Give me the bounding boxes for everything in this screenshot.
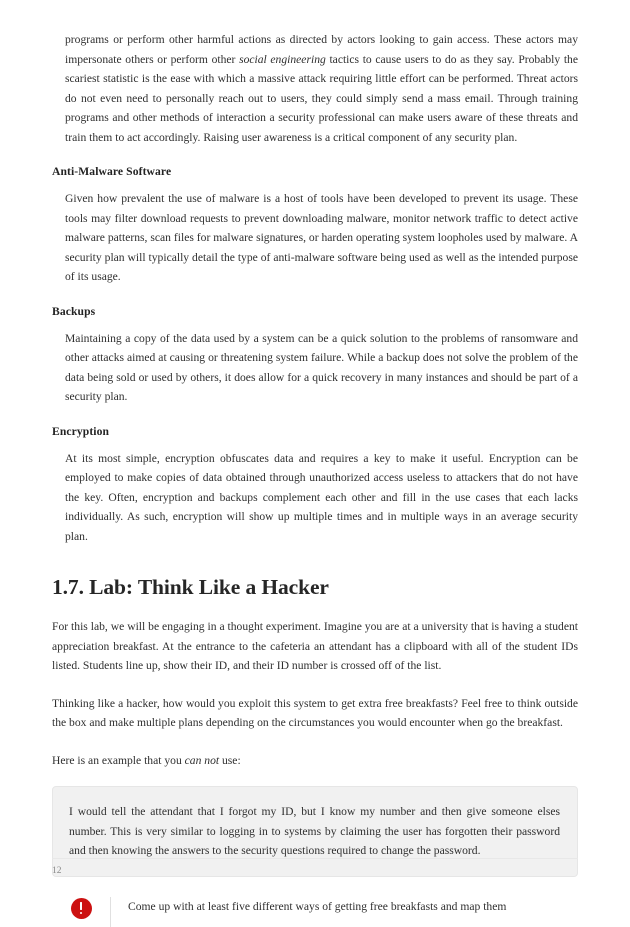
example-lead-text-a: Here is an example that you — [52, 753, 185, 767]
paragraph-lab-1: For this lab, we will be engaging in a t… — [52, 620, 578, 672]
exclamation-circle-icon — [70, 897, 92, 919]
paragraph-intro-text-b: tactics to cause users to do as they say… — [65, 52, 579, 144]
footer-divider — [52, 858, 578, 859]
example-callout-text: I would tell the attendant that I forgot… — [69, 805, 560, 857]
example-callout-box: I would tell the attendant that I forgot… — [52, 786, 578, 877]
paragraph-example-lead: Here is an example that you can not use: — [52, 751, 578, 771]
document-page: programs or perform other harmful action… — [0, 0, 630, 927]
section-heading-lab: 1.7. Lab: Think Like a Hacker — [52, 575, 329, 599]
page-content: programs or perform other harmful action… — [52, 30, 578, 927]
admonition-block: Come up with at least five different way… — [52, 896, 578, 927]
emphasis-social-engineering: social engineering — [239, 52, 326, 66]
example-lead-text-b: use: — [219, 753, 241, 767]
paragraph-lab-2: Thinking like a hacker, how would you ex… — [52, 696, 578, 730]
admonition-icon-cell — [52, 897, 110, 919]
admonition-text: Come up with at least five different way… — [128, 899, 507, 913]
paragraph-anti-malware-software: Given how prevalent the use of malware i… — [65, 192, 578, 283]
emphasis-can-not: can not — [184, 753, 220, 767]
paragraph-intro-continued: programs or perform other harmful action… — [65, 30, 578, 147]
page-number: 12 — [52, 866, 62, 876]
subheading-encryption: Encryption — [52, 424, 110, 438]
paragraph-backups: Maintaining a copy of the data used by a… — [65, 331, 578, 404]
paragraph-encryption: At its most simple, encryption obfuscate… — [65, 451, 578, 543]
subheading-anti-malware-software: Anti-Malware Software — [52, 165, 172, 178]
subheading-backups: Backups — [52, 304, 96, 318]
